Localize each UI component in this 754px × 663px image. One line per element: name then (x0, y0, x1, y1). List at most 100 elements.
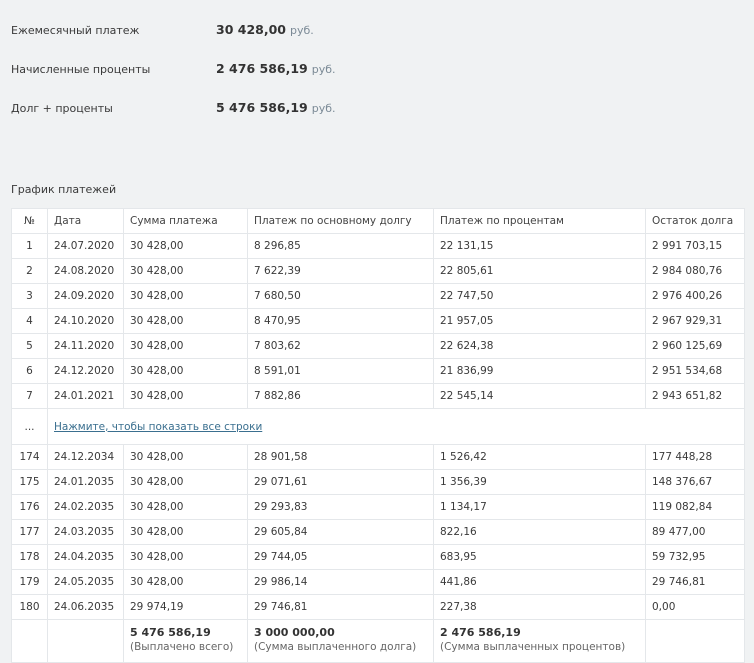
cell-number: 6 (11, 358, 48, 384)
payment-schedule-table: № Дата Сумма платежа Платеж по основному… (11, 208, 745, 663)
total-principal: 3 000 000,00 (Сумма выплаченного долга) (247, 619, 434, 663)
schedule-title: График платежей (11, 183, 117, 196)
cell-principal: 7 882,86 (247, 383, 434, 409)
cell-balance: 0,00 (645, 594, 745, 620)
table-row: 1 24.07.2020 30 428,00 8 296,85 22 131,15 2 9… (11, 233, 745, 259)
schedule-rows-bottom: 174 24.12.2034 30 428,00 28 901,58 1 526,42 1… (11, 444, 745, 620)
cell-payment: 30 428,00 (123, 469, 248, 495)
cell-balance: 119 082,84 (645, 494, 745, 520)
summary-value: 5 476 586,19 руб. (216, 100, 336, 115)
cell-principal: 29 744,05 (247, 544, 434, 570)
summary-amount: 30 428,00 (216, 22, 286, 37)
cell-payment: 30 428,00 (123, 308, 248, 334)
cell-date: 24.11.2020 (47, 333, 124, 359)
totals-empty (645, 619, 745, 663)
cell-date: 24.06.2035 (47, 594, 124, 620)
cell-number: 5 (11, 333, 48, 359)
cell-number: 1 (11, 233, 48, 259)
cell-interest: 22 545,14 (433, 383, 646, 409)
summary-amount: 5 476 586,19 (216, 100, 308, 115)
table-row: 6 24.12.2020 30 428,00 8 591,01 21 836,99 2 9… (11, 358, 745, 384)
cell-number: 177 (11, 519, 48, 545)
total-principal-label: (Сумма выплаченного долга) (254, 641, 417, 653)
cell-principal: 28 901,58 (247, 444, 434, 470)
cell-interest: 22 805,61 (433, 258, 646, 284)
cell-interest: 1 526,42 (433, 444, 646, 470)
total-interest-value: 2 476 586,19 (440, 626, 521, 639)
cell-balance: 89 477,00 (645, 519, 745, 545)
header-payment: Сумма платежа (123, 208, 248, 234)
cell-payment: 30 428,00 (123, 333, 248, 359)
cell-principal: 7 680,50 (247, 283, 434, 309)
cell-interest: 227,38 (433, 594, 646, 620)
cell-balance: 2 984 080,76 (645, 258, 745, 284)
cell-date: 24.09.2020 (47, 283, 124, 309)
cell-payment: 30 428,00 (123, 569, 248, 595)
cell-balance: 2 943 651,82 (645, 383, 745, 409)
cell-date: 24.07.2020 (47, 233, 124, 259)
table-row: 175 24.01.2035 30 428,00 29 071,61 1 356,39 1… (11, 469, 745, 495)
cell-payment: 29 974,19 (123, 594, 248, 620)
cell-principal: 8 470,95 (247, 308, 434, 334)
cell-number: 179 (11, 569, 48, 595)
show-all-rows-link[interactable]: Нажмите, чтобы показать все строки (54, 421, 262, 433)
table-row: 180 24.06.2035 29 974,19 29 746,81 227,38 0,0… (11, 594, 745, 620)
total-payment: 5 476 586,19 (Выплачено всего) (123, 619, 248, 663)
cell-balance: 2 967 929,31 (645, 308, 745, 334)
cell-principal: 29 071,61 (247, 469, 434, 495)
schedule-rows-top: 1 24.07.2020 30 428,00 8 296,85 22 131,15 2 9… (11, 233, 745, 409)
cell-number: 3 (11, 283, 48, 309)
summary-label: Долг + проценты (11, 102, 113, 115)
cell-interest: 21 957,05 (433, 308, 646, 334)
cell-date: 24.12.2020 (47, 358, 124, 384)
header-principal: Платеж по основному долгу (247, 208, 434, 234)
cell-number: 176 (11, 494, 48, 520)
cell-payment: 30 428,00 (123, 519, 248, 545)
cell-balance: 177 448,28 (645, 444, 745, 470)
cell-payment: 30 428,00 (123, 233, 248, 259)
table-row: 7 24.01.2021 30 428,00 7 882,86 22 545,14 2 9… (11, 383, 745, 409)
cell-date: 24.02.2035 (47, 494, 124, 520)
table-header-row: № Дата Сумма платежа Платеж по основному… (11, 208, 745, 234)
cell-date: 24.01.2021 (47, 383, 124, 409)
header-number: № (11, 208, 48, 234)
table-row: 5 24.11.2020 30 428,00 7 803,62 22 624,38 2 9… (11, 333, 745, 359)
cell-number: 7 (11, 383, 48, 409)
ellipsis: ... (11, 408, 48, 445)
header-date: Дата (47, 208, 124, 234)
cell-principal: 8 296,85 (247, 233, 434, 259)
cell-date: 24.05.2035 (47, 569, 124, 595)
table-row: 177 24.03.2035 30 428,00 29 605,84 822,16 89 … (11, 519, 745, 545)
table-row: 176 24.02.2035 30 428,00 29 293,83 1 134,17 1… (11, 494, 745, 520)
cell-balance: 29 746,81 (645, 569, 745, 595)
cell-date: 24.08.2020 (47, 258, 124, 284)
cell-date: 24.10.2020 (47, 308, 124, 334)
summary-label: Ежемесячный платеж (11, 24, 140, 37)
cell-payment: 30 428,00 (123, 494, 248, 520)
cell-interest: 21 836,99 (433, 358, 646, 384)
cell-payment: 30 428,00 (123, 358, 248, 384)
total-payment-value: 5 476 586,19 (130, 626, 211, 639)
cell-balance: 2 960 125,69 (645, 333, 745, 359)
cell-date: 24.01.2035 (47, 469, 124, 495)
summary-unit: руб. (311, 102, 336, 115)
table-row: 178 24.04.2035 30 428,00 29 744,05 683,95 59 … (11, 544, 745, 570)
summary-amount: 2 476 586,19 (216, 61, 308, 76)
total-principal-value: 3 000 000,00 (254, 626, 335, 639)
table-row: 2 24.08.2020 30 428,00 7 622,39 22 805,61 2 9… (11, 258, 745, 284)
totals-empty (47, 619, 124, 663)
cell-interest: 1 356,39 (433, 469, 646, 495)
cell-interest: 22 624,38 (433, 333, 646, 359)
cell-balance: 2 976 400,26 (645, 283, 745, 309)
cell-number: 4 (11, 308, 48, 334)
summary-label: Начисленные проценты (11, 63, 151, 76)
collapsed-rows: ... Нажмите, чтобы показать все строки (11, 408, 745, 445)
header-interest: Платеж по процентам (433, 208, 646, 234)
total-interest-label: (Сумма выплаченных процентов) (440, 641, 626, 653)
totals-row: 5 476 586,19 (Выплачено всего) 3 000 000… (11, 619, 745, 663)
show-all-cell: Нажмите, чтобы показать все строки (47, 408, 745, 445)
cell-date: 24.12.2034 (47, 444, 124, 470)
cell-interest: 22 131,15 (433, 233, 646, 259)
cell-payment: 30 428,00 (123, 444, 248, 470)
cell-number: 174 (11, 444, 48, 470)
